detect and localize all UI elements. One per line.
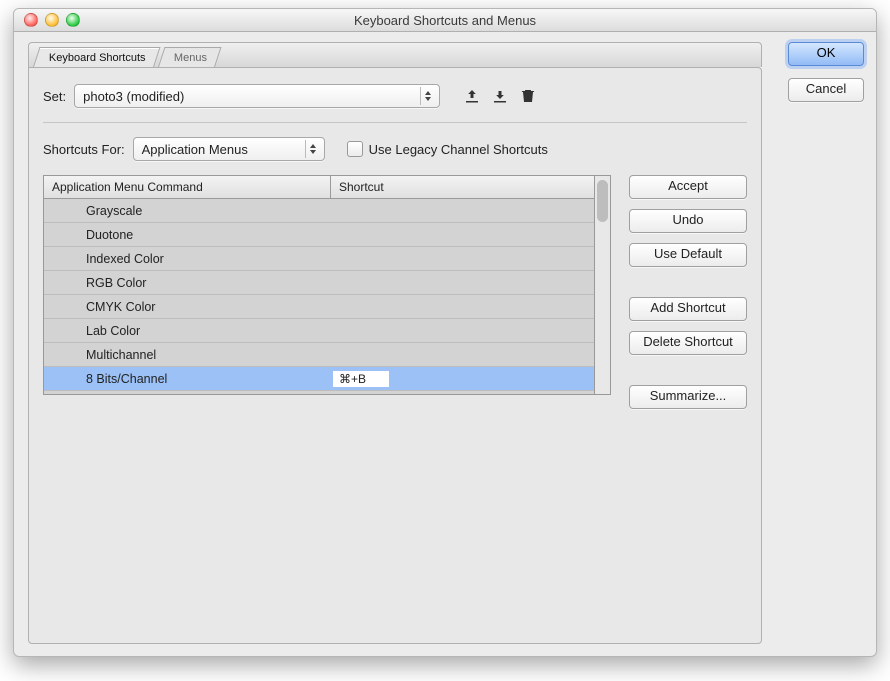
table-row[interactable]: Multichannel [44, 343, 594, 367]
set-value: photo3 (modified) [83, 89, 184, 104]
save-set-icon[interactable] [462, 86, 482, 106]
table-row[interactable]: Indexed Color [44, 247, 594, 271]
shortcut-cell [331, 207, 594, 215]
minimize-icon[interactable] [45, 13, 59, 27]
traffic-lights [24, 13, 80, 27]
command-cell: Indexed Color [44, 248, 331, 270]
set-combo[interactable]: photo3 (modified) [74, 84, 440, 108]
zoom-icon[interactable] [66, 13, 80, 27]
shortcut-cell [331, 255, 594, 263]
shortcuts-for-label: Shortcuts For: [43, 142, 125, 157]
dialog-buttons: OK Cancel [776, 32, 876, 657]
shortcuts-for-value: Application Menus [142, 142, 248, 157]
command-cell: 16 Bits/Channel [44, 392, 331, 395]
tab-keyboard-shortcuts[interactable]: Keyboard Shortcuts [33, 47, 160, 67]
tabstrip: Keyboard Shortcuts Menus [28, 42, 762, 67]
close-icon[interactable] [24, 13, 38, 27]
header-command[interactable]: Application Menu Command [44, 176, 331, 198]
undo-button[interactable]: Undo [629, 209, 747, 233]
command-cell: Grayscale [44, 200, 331, 222]
command-cell: Multichannel [44, 344, 331, 366]
cancel-button[interactable]: Cancel [788, 78, 864, 102]
shortcuts-table: Application Menu Command Shortcut Graysc… [43, 175, 595, 395]
dialog-window: Keyboard Shortcuts and Menus Keyboard Sh… [13, 8, 877, 657]
command-cell: Lab Color [44, 320, 331, 342]
shortcut-input[interactable]: ⌘+B [333, 371, 389, 387]
panel: Set: photo3 (modified) [28, 67, 762, 644]
summarize-button[interactable]: Summarize... [629, 385, 747, 409]
shortcut-cell [331, 351, 594, 359]
command-cell: CMYK Color [44, 296, 331, 318]
trash-icon[interactable] [518, 86, 538, 106]
tab-label: Menus [174, 52, 207, 64]
table-body: GrayscaleDuotoneIndexed ColorRGB ColorCM… [44, 199, 594, 394]
scrollbar[interactable] [595, 175, 611, 395]
tab-menus[interactable]: Menus [158, 47, 222, 67]
add-shortcut-button[interactable]: Add Shortcut [629, 297, 747, 321]
header-shortcut[interactable]: Shortcut [331, 176, 594, 198]
table-row[interactable]: Lab Color [44, 319, 594, 343]
delete-shortcut-button[interactable]: Delete Shortcut [629, 331, 747, 355]
stepper-icon [305, 140, 320, 158]
titlebar: Keyboard Shortcuts and Menus [14, 9, 876, 32]
shortcut-cell [331, 279, 594, 287]
table-row[interactable]: 8 Bits/Channel⌘+B [44, 367, 594, 391]
table-row[interactable]: Grayscale [44, 199, 594, 223]
accept-button[interactable]: Accept [629, 175, 747, 199]
legacy-label: Use Legacy Channel Shortcuts [369, 142, 548, 157]
legacy-checkbox[interactable]: Use Legacy Channel Shortcuts [347, 141, 548, 157]
table-row[interactable]: RGB Color [44, 271, 594, 295]
side-buttons: Accept Undo Use Default Add Shortcut Del… [629, 175, 747, 409]
stepper-icon [420, 87, 435, 105]
shortcut-cell [331, 327, 594, 335]
scroll-thumb[interactable] [597, 180, 608, 222]
command-cell: RGB Color [44, 272, 331, 294]
set-label: Set: [43, 89, 66, 104]
table-header: Application Menu Command Shortcut [44, 176, 594, 199]
table-row[interactable]: CMYK Color [44, 295, 594, 319]
tab-label: Keyboard Shortcuts [49, 52, 146, 64]
shortcut-cell [331, 231, 594, 239]
table-row[interactable]: Duotone [44, 223, 594, 247]
command-cell: 8 Bits/Channel [44, 368, 331, 390]
shortcuts-for-combo[interactable]: Application Menus [133, 137, 325, 161]
checkbox-box [347, 141, 363, 157]
use-default-button[interactable]: Use Default [629, 243, 747, 267]
ok-button[interactable]: OK [788, 42, 864, 66]
shortcut-cell [331, 303, 594, 311]
new-set-icon[interactable] [490, 86, 510, 106]
window-title: Keyboard Shortcuts and Menus [354, 13, 536, 28]
shortcut-cell: ⌘+B [331, 367, 594, 391]
command-cell: Duotone [44, 224, 331, 246]
table-row[interactable]: 16 Bits/Channel [44, 391, 594, 394]
divider [43, 122, 747, 123]
